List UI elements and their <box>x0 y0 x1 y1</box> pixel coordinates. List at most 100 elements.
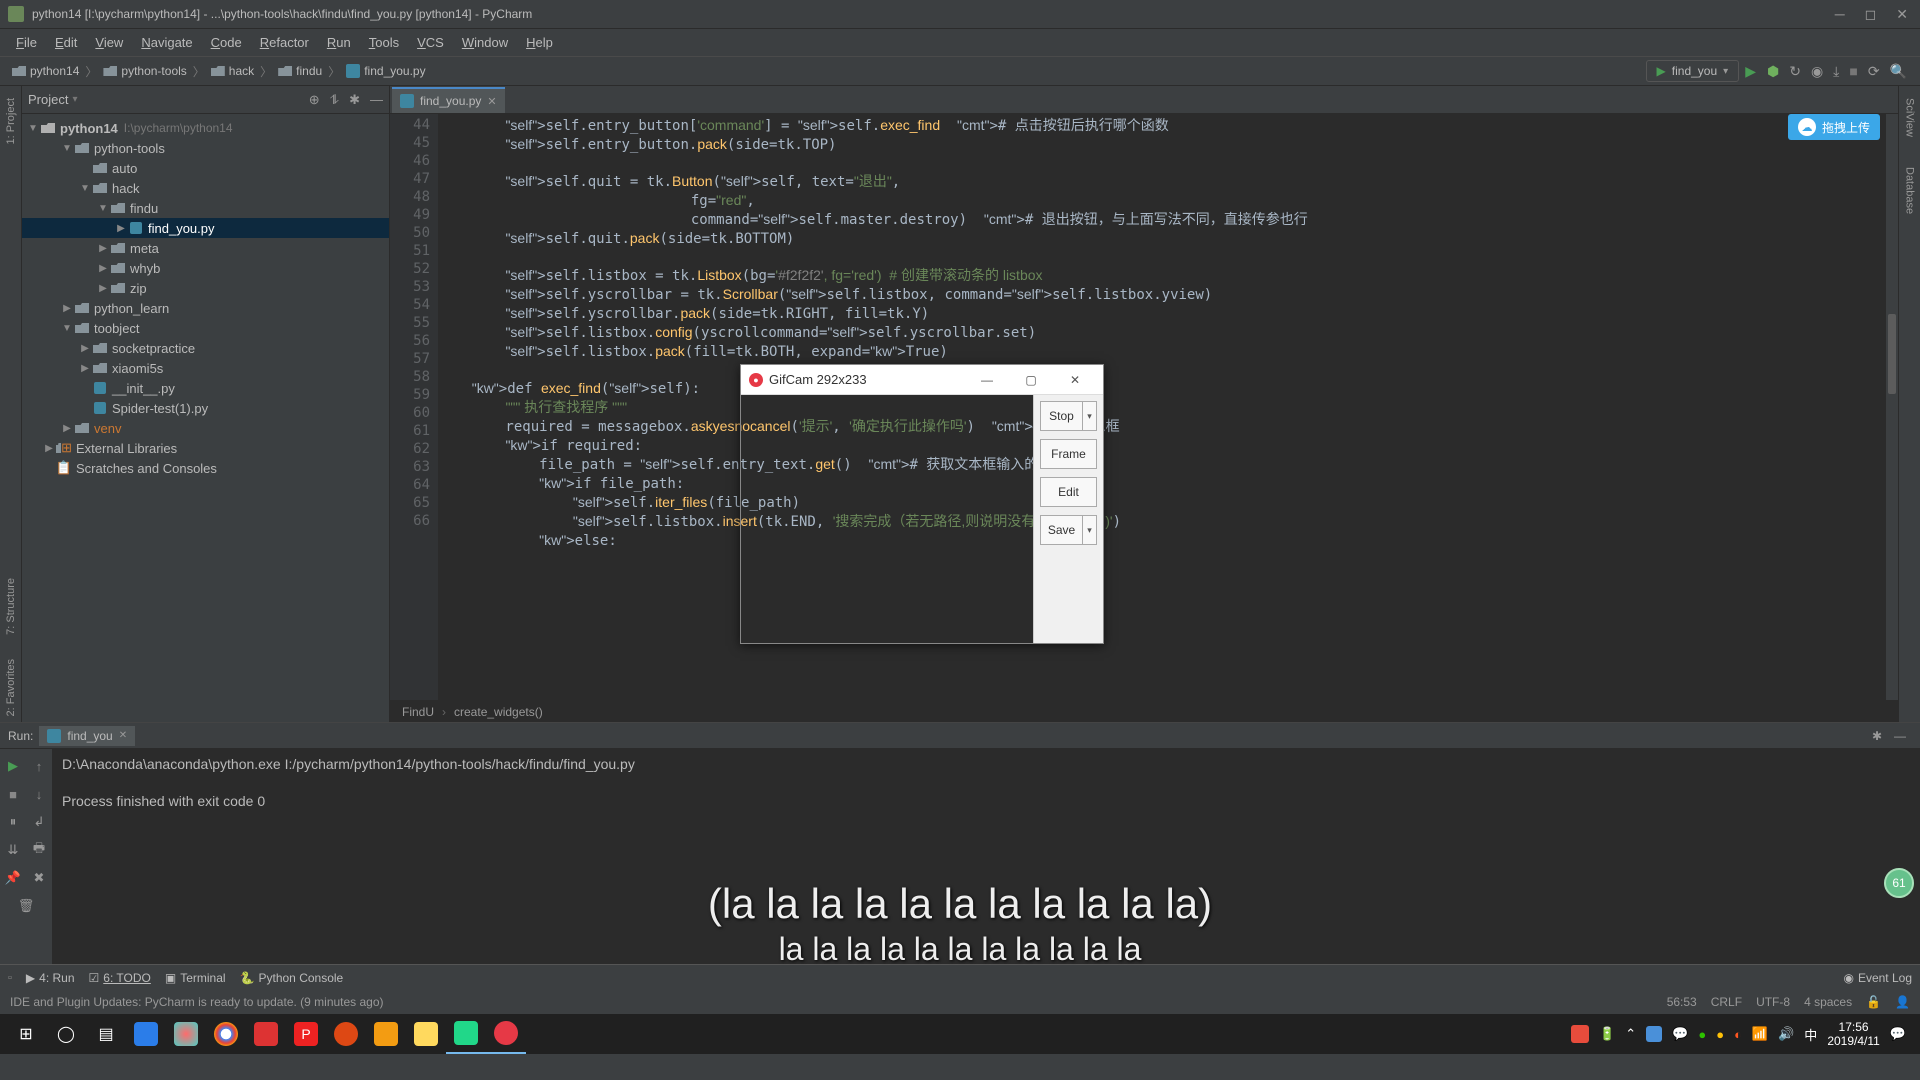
gifcam-maximize-icon[interactable]: ▢ <box>1011 368 1051 392</box>
breadcrumb-3[interactable]: findu <box>274 62 326 80</box>
database-tab[interactable]: Database <box>1902 161 1918 220</box>
tree-item-external-libraries[interactable]: ▶⊞External Libraries <box>22 438 389 458</box>
taskbar-app-5[interactable] <box>366 1014 406 1054</box>
start-button[interactable]: ⊞ <box>6 1014 46 1054</box>
step-up-icon[interactable]: ↑ <box>28 755 50 777</box>
tray-wifi-icon[interactable]: 📶 <box>1752 1026 1768 1042</box>
coverage-button-icon[interactable]: ↻ <box>1784 63 1806 80</box>
tray-icon[interactable]: ◐ <box>1734 1027 1742 1042</box>
taskbar-gifcam[interactable] <box>486 1014 526 1054</box>
soft-wrap-icon[interactable]: ↲ <box>28 811 50 833</box>
tray-icon[interactable]: 🔋 <box>1599 1026 1615 1042</box>
run-config-selector[interactable]: ▶ find_you ▾ <box>1646 60 1740 82</box>
tray-expand-icon[interactable]: ⌃ <box>1625 1026 1636 1042</box>
gifcam-minimize-icon[interactable]: — <box>967 368 1007 392</box>
window-maximize-icon[interactable]: ◻ <box>1865 6 1877 23</box>
window-minimize-icon[interactable]: ─ <box>1835 6 1845 23</box>
stop-button-icon[interactable]: ■ <box>1844 63 1862 79</box>
floating-badge[interactable]: 61 <box>1884 868 1914 898</box>
hide-bottom-icon[interactable]: ▫ <box>8 972 12 984</box>
run-settings-icon[interactable]: ✱ <box>1866 729 1888 743</box>
close-tab-icon[interactable]: ✕ <box>487 95 496 108</box>
attach-button-icon[interactable]: ⤓ <box>1828 63 1844 80</box>
breadcrumb-class[interactable]: FindU <box>402 705 434 719</box>
tree-item-python-learn[interactable]: ▶python_learn <box>22 298 389 318</box>
dropdown-icon[interactable]: ▾ <box>1082 516 1096 544</box>
breadcrumb-0[interactable]: python14 <box>8 62 83 80</box>
taskbar-explorer[interactable] <box>406 1014 446 1054</box>
editor-tab-find-you[interactable]: find_you.py ✕ <box>392 87 505 113</box>
status-message[interactable]: IDE and Plugin Updates: PyCharm is ready… <box>10 995 384 1009</box>
terminal-tool-button[interactable]: ▣ Terminal <box>165 971 226 985</box>
debug-button-icon[interactable]: ⬢ <box>1762 63 1784 80</box>
taskbar-app-2[interactable] <box>166 1014 206 1054</box>
menu-tools[interactable]: Tools <box>361 31 407 54</box>
tree-item-spider-test-1--py[interactable]: Spider-test(1).py <box>22 398 389 418</box>
menu-file[interactable]: File <box>8 31 45 54</box>
caret-position[interactable]: 56:53 <box>1667 995 1697 1009</box>
taskbar-chrome[interactable] <box>206 1014 246 1054</box>
tree-item-venv[interactable]: ▶venv <box>22 418 389 438</box>
tree-item-socketpractice[interactable]: ▶socketpractice <box>22 338 389 358</box>
menu-vcs[interactable]: VCS <box>409 31 452 54</box>
project-tool-tab[interactable]: 1: Project <box>3 92 19 150</box>
tree-item-meta[interactable]: ▶meta <box>22 238 389 258</box>
breadcrumb-1[interactable]: python-tools <box>99 62 190 80</box>
favorites-tool-tab[interactable]: 2: Favorites <box>3 653 19 722</box>
task-view-icon[interactable]: ▤ <box>86 1014 126 1054</box>
tree-root[interactable]: ▼ python14 I:\pycharm\python14 <box>22 118 389 138</box>
editor-scrollbar[interactable] <box>1886 114 1898 700</box>
line-separator[interactable]: CRLF <box>1711 995 1742 1009</box>
tree-item---init---py[interactable]: __init__.py <box>22 378 389 398</box>
gifcam-frame-button[interactable]: Frame <box>1040 439 1097 469</box>
python-console-tool-button[interactable]: 🐍 Python Console <box>240 971 344 985</box>
tray-icon[interactable]: 💬 <box>1672 1026 1688 1042</box>
tree-item-hack[interactable]: ▼hack <box>22 178 389 198</box>
line-gutter[interactable]: 44 45 46 47 48 49 50 51 52 53 54 55 56 5… <box>390 114 438 700</box>
gifcam-capture-region[interactable] <box>741 395 1033 643</box>
menu-help[interactable]: Help <box>518 31 561 54</box>
menu-refactor[interactable]: Refactor <box>252 31 317 54</box>
sciview-tab[interactable]: SciView <box>1902 92 1918 143</box>
pause-icon[interactable]: ⏸ <box>2 811 24 833</box>
run-button-icon[interactable]: ▶ <box>1739 63 1762 80</box>
tree-item-findu[interactable]: ▼findu <box>22 198 389 218</box>
taskbar-netease[interactable] <box>246 1014 286 1054</box>
tree-item-whyb[interactable]: ▶whyb <box>22 258 389 278</box>
tray-wechat-icon[interactable]: ● <box>1698 1027 1706 1042</box>
breadcrumb-4[interactable]: find_you.py <box>342 62 429 80</box>
gifcam-close-icon[interactable]: ✕ <box>1055 368 1095 392</box>
tree-item-find-you-py[interactable]: ▶find_you.py <box>22 218 389 238</box>
breadcrumb-2[interactable]: hack <box>207 62 258 80</box>
window-close-icon[interactable]: ✕ <box>1896 6 1908 23</box>
upload-widget[interactable]: ☁ 拖拽上传 <box>1788 114 1880 140</box>
search-everywhere-icon[interactable]: 🔍 <box>1885 63 1912 80</box>
tray-icon[interactable]: ● <box>1716 1027 1724 1042</box>
menu-edit[interactable]: Edit <box>47 31 85 54</box>
tree-item-xiaomi5s[interactable]: ▶xiaomi5s <box>22 358 389 378</box>
menu-window[interactable]: Window <box>454 31 516 54</box>
system-tray[interactable]: 🔋 ⌃ 💬 ● ● ◐ 📶 🔊 中 17:56 2019/4/11 💬 <box>1571 1020 1914 1048</box>
print-icon[interactable]: 🖶 <box>28 839 50 861</box>
tree-item-python-tools[interactable]: ▼python-tools <box>22 138 389 158</box>
menu-run[interactable]: Run <box>319 31 359 54</box>
readonly-lock-icon[interactable]: 🔓 <box>1866 995 1881 1009</box>
taskbar-pycharm[interactable] <box>446 1014 486 1054</box>
indent-info[interactable]: 4 spaces <box>1804 995 1852 1009</box>
update-button-icon[interactable]: ⟳ <box>1863 63 1885 80</box>
tray-clock[interactable]: 17:56 2019/4/11 <box>1827 1020 1880 1048</box>
dump-icon[interactable]: ⇊ <box>2 839 24 861</box>
tray-notifications-icon[interactable]: 💬 <box>1890 1026 1906 1042</box>
tree-item-auto[interactable]: auto <box>22 158 389 178</box>
gifcam-stop-button[interactable]: Stop▾ <box>1040 401 1097 431</box>
tray-language-icon[interactable]: 中 <box>1804 1025 1817 1044</box>
run-tab[interactable]: find_you ✕ <box>39 726 135 746</box>
collapse-all-icon[interactable]: ⥮ <box>330 92 339 108</box>
tray-volume-icon[interactable]: 🔊 <box>1778 1026 1794 1042</box>
menu-navigate[interactable]: Navigate <box>133 31 200 54</box>
tree-item-scratches-and-consoles[interactable]: 📋Scratches and Consoles <box>22 458 389 478</box>
settings-icon[interactable]: ✱ <box>349 92 360 108</box>
tree-item-zip[interactable]: ▶zip <box>22 278 389 298</box>
hide-panel-icon[interactable]: — <box>370 92 383 108</box>
breadcrumb-method[interactable]: create_widgets() <box>454 705 543 719</box>
